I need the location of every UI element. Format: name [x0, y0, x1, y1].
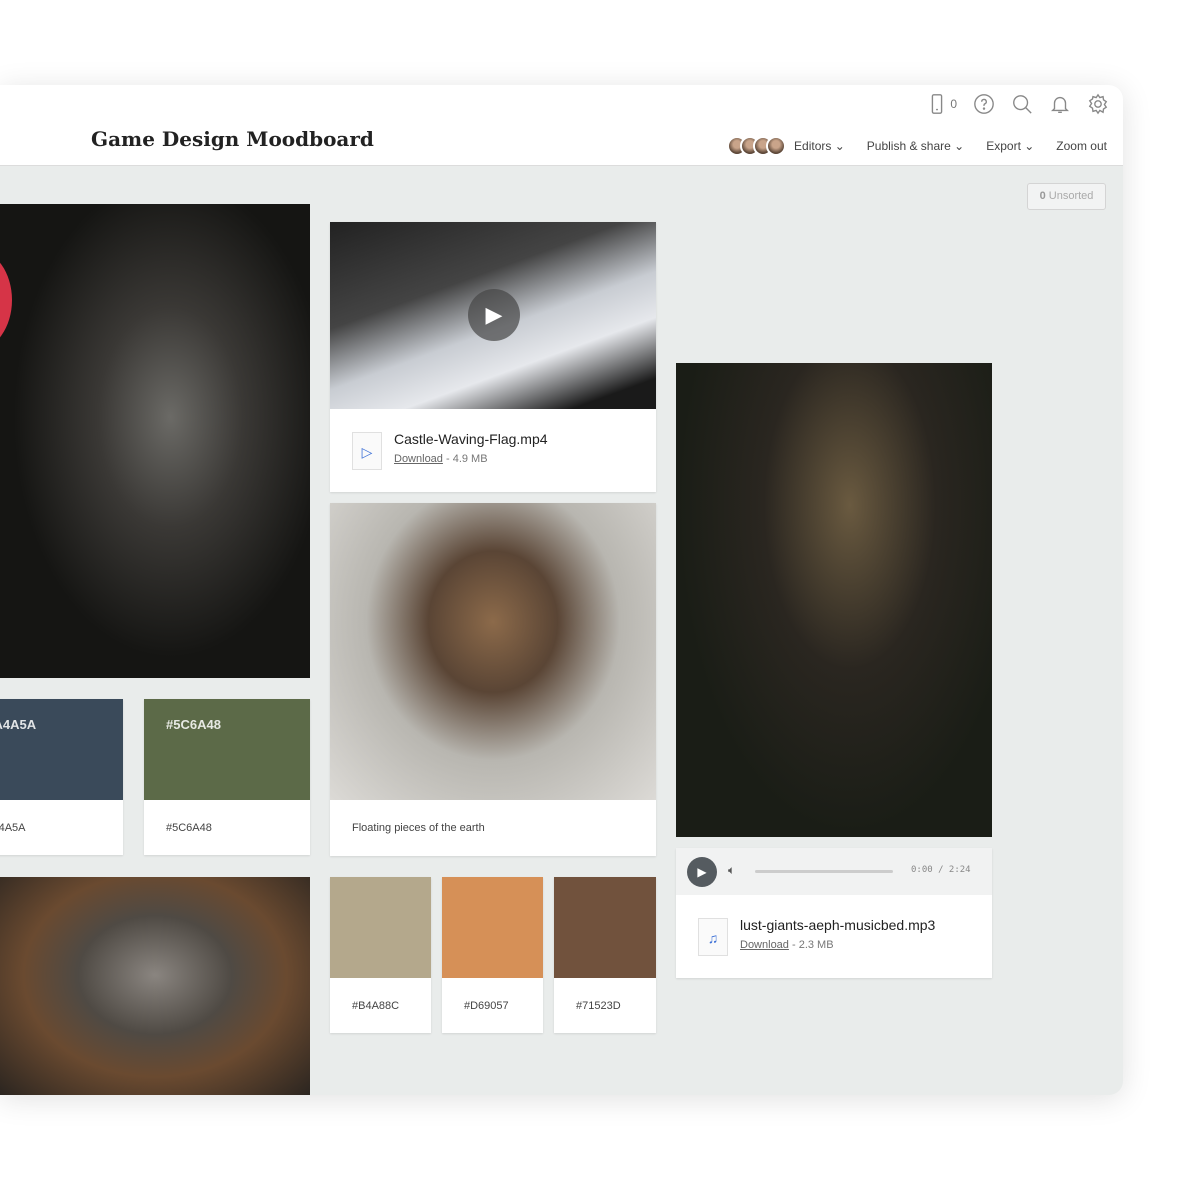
editors-label: Editors — [794, 139, 832, 153]
header: Game Design Moodboard 0 Editors ⌄ Publis… — [0, 85, 1123, 166]
swatch-card[interactable]: #3A4A5A #3A4A5A — [0, 699, 123, 855]
audio-progress-slider[interactable] — [755, 870, 893, 873]
file-name: Castle-Waving-Flag.mp4 — [394, 431, 548, 447]
swatch-label: #3A4A5A — [0, 822, 26, 834]
swatch-card[interactable]: #5C6A48 #5C6A48 — [144, 699, 310, 855]
castle-video-thumbnail[interactable]: ▶ — [330, 222, 656, 409]
headdress-woman-image[interactable] — [676, 363, 992, 837]
page-title: Game Design Moodboard — [91, 127, 374, 151]
volume-icon[interactable]: 🔈︎ — [728, 863, 735, 878]
file-size: - 2.3 MB — [788, 939, 834, 951]
gear-icon[interactable] — [1087, 93, 1109, 115]
video-card[interactable]: ▶ ▷ Castle-Waving-Flag.mp4 Download - 4.… — [330, 222, 656, 492]
rock-card[interactable]: Floating pieces of the earth — [330, 503, 656, 856]
swatch-label: #B4A88C — [352, 1000, 400, 1012]
unsorted-button[interactable]: 0 Unsorted — [1027, 183, 1106, 210]
publish-label: Publish & share — [866, 139, 951, 153]
help-icon[interactable] — [973, 93, 995, 115]
audio-play-button[interactable]: ▶ — [687, 857, 717, 887]
avatar — [766, 136, 787, 156]
app-window: Game Design Moodboard 0 Editors ⌄ Publis… — [0, 85, 1123, 1095]
publish-share-menu[interactable]: Publish & share ⌄ — [867, 139, 964, 153]
export-label: Export — [986, 139, 1021, 153]
swatch-color — [330, 877, 431, 978]
editors-menu[interactable]: Editors ⌄ — [794, 139, 845, 153]
swatch-color: #3A4A5A — [0, 699, 123, 800]
warrior-image[interactable] — [0, 204, 310, 678]
file-name: lust-giants-aeph-musicbed.mp3 — [740, 917, 936, 933]
swatch-card[interactable]: #71523D — [554, 877, 656, 1033]
caption[interactable]: Floating pieces of the earth — [352, 822, 485, 834]
swatch-label: #71523D — [576, 1000, 621, 1012]
device-count: 0 — [950, 97, 957, 111]
audio-time: 0:00 / 2:24 — [911, 865, 971, 875]
unsorted-count: 0 — [1039, 190, 1046, 202]
swatch-color — [554, 877, 656, 978]
swatch-card[interactable]: #D69057 — [442, 877, 543, 1033]
editor-avatars[interactable] — [727, 136, 787, 156]
music-file-icon: ♫ — [698, 918, 728, 956]
search-icon[interactable] — [1011, 93, 1033, 115]
swatch-color — [442, 877, 543, 978]
export-menu[interactable]: Export ⌄ — [986, 139, 1034, 153]
download-link[interactable]: Download — [394, 453, 443, 465]
swatch-label: #D69057 — [464, 1000, 509, 1012]
mobile-icon[interactable] — [926, 93, 948, 115]
helmet-image[interactable] — [0, 877, 310, 1095]
play-button[interactable]: ▶ — [468, 289, 520, 341]
zoom-out-button[interactable]: Zoom out — [1056, 139, 1107, 153]
file-meta: Download - 4.9 MB — [394, 453, 488, 465]
swatch-color: #5C6A48 — [144, 699, 310, 800]
unsorted-label: Unsorted — [1048, 190, 1094, 202]
download-link[interactable]: Download — [740, 939, 789, 951]
swatch-card[interactable]: #B4A88C — [330, 877, 431, 1033]
rock-image[interactable] — [330, 503, 656, 800]
video-file-icon: ▷ — [352, 432, 382, 470]
swatch-label: #5C6A48 — [166, 822, 212, 834]
file-meta: Download - 2.3 MB — [740, 939, 834, 951]
audio-card[interactable]: ▶ 🔈︎ 0:00 / 2:24 ♫ lust-giants-aeph-musi… — [676, 848, 992, 978]
audio-player: ▶ 🔈︎ 0:00 / 2:24 — [676, 848, 992, 895]
bell-icon[interactable] — [1049, 93, 1071, 115]
file-size: - 4.9 MB — [442, 453, 488, 465]
